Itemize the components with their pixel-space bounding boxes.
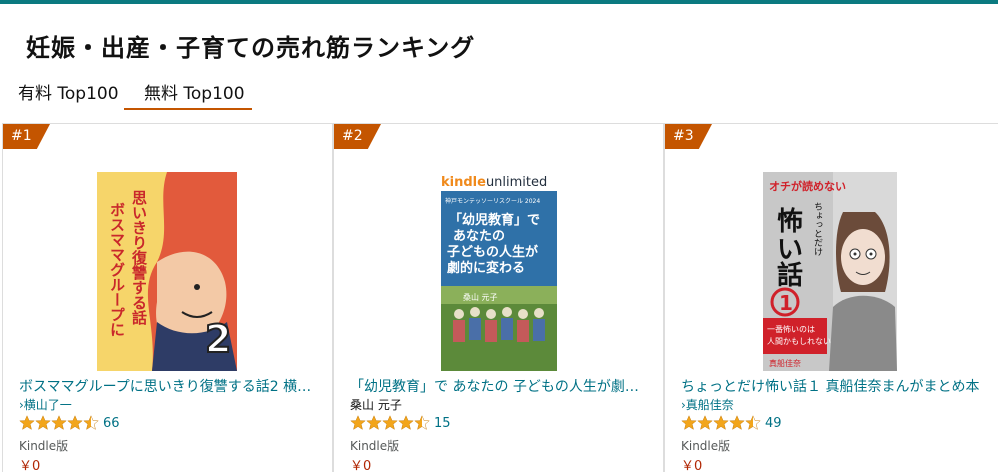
review-count[interactable]: 49: [765, 416, 782, 431]
star-half-icon: [745, 415, 761, 430]
book-cover-image[interactable]: オチが読めない ちょっとだけ 怖 い 話 1 一番怖いのは 人間かもしれない 真…: [763, 172, 897, 371]
review-count[interactable]: 15: [434, 416, 451, 431]
stars-icon-group: [19, 415, 99, 431]
kindle-unlimited-logo: kindleunlimited: [441, 175, 547, 190]
star-icon: [35, 415, 51, 430]
svg-text:子どもの人生が: 子どもの人生が: [447, 244, 538, 260]
ranking-tabs: 有料 Top100 無料 Top100: [16, 76, 252, 110]
star-rating[interactable]: 49: [681, 415, 782, 431]
svg-text:ちょっとだけ: ちょっとだけ: [812, 202, 823, 256]
cover-volume-number: 2: [205, 317, 231, 361]
cover-school: 神戸モンテッソーリスクール 2024: [445, 197, 540, 205]
star-icon: [366, 415, 382, 430]
star-icon: [713, 415, 729, 430]
price: ￥0: [681, 459, 703, 472]
stars-icon-group: [350, 415, 430, 431]
cover-title-line1: ボスママグループに: [108, 202, 126, 337]
rank-badge: #3: [665, 124, 712, 149]
tab-paid-top100[interactable]: 有料 Top100: [16, 76, 124, 110]
author-name: 桑山 元子: [350, 398, 402, 412]
format-label: Kindle版: [350, 439, 400, 453]
top-accent-bar: [0, 0, 998, 4]
svg-text:劇的に変わる: 劇的に変わる: [447, 260, 525, 276]
svg-text:怖: 怖: [777, 206, 803, 237]
star-icon: [729, 415, 745, 430]
star-icon: [697, 415, 713, 430]
star-icon: [51, 415, 67, 430]
svg-text:「幼児教育」で: 「幼児教育」で: [449, 212, 540, 228]
svg-text:あなたの: あなたの: [453, 229, 505, 244]
svg-text:オチが読めない: オチが読めない: [769, 179, 846, 193]
page-title: 妊娠・出産・子育ての売れ筋ランキング: [26, 34, 476, 62]
author-link[interactable]: ›真船佳奈: [681, 396, 734, 413]
review-count[interactable]: 66: [103, 416, 120, 431]
ranking-card: #1 ボスママグループに 思いきり復讐する話 2 ボスママグループに思いきり復讐…: [2, 124, 333, 472]
svg-text:話: 話: [777, 260, 803, 291]
ranking-grid: #1 ボスママグループに 思いきり復讐する話 2 ボスママグループに思いきり復讐…: [2, 123, 998, 472]
star-icon: [681, 415, 697, 430]
price: ￥0: [19, 459, 41, 472]
book-cover-image[interactable]: ボスママグループに 思いきり復讐する話 2: [97, 172, 237, 371]
cover-title-line2: 思いきり復讐する話: [130, 190, 148, 326]
format-label: Kindle版: [19, 439, 69, 453]
rank-badge: #2: [334, 124, 381, 149]
svg-text:桑山 元子: 桑山 元子: [463, 292, 498, 302]
stars-icon-group: [681, 415, 761, 431]
book-cover-image[interactable]: kindleunlimited 神戸モンテッソーリスクール 2024 「幼児教育…: [441, 172, 557, 371]
star-icon: [350, 415, 366, 430]
book-title-link[interactable]: 「幼児教育」で あなたの 子どもの人生が劇…: [350, 376, 650, 396]
ranking-card: #2 kindleunlimited 神戸モンテッソーリスクール 2024 「幼…: [333, 124, 664, 472]
rank-badge: #1: [3, 124, 50, 149]
book-title-link[interactable]: ちょっとだけ怖い話１ 真船佳奈まんがまとめ本: [681, 376, 993, 396]
price: ￥0: [350, 459, 372, 472]
format-label: Kindle版: [681, 439, 731, 453]
star-rating[interactable]: 15: [350, 415, 451, 431]
star-half-icon: [414, 415, 430, 430]
svg-text:一番怖いのは: 一番怖いのは: [767, 324, 815, 334]
ranking-card: #3 オチが読めない ちょっとだけ 怖 い 話 1 一番怖いのは 人間かもしれな…: [664, 124, 998, 472]
star-icon: [398, 415, 414, 430]
star-icon: [67, 415, 83, 430]
star-half-icon: [83, 415, 99, 430]
tab-free-top100[interactable]: 無料 Top100: [124, 76, 252, 110]
svg-text:人間かもしれない: 人間かもしれない: [767, 337, 831, 346]
svg-text:1: 1: [779, 291, 793, 315]
svg-text:真船佳奈: 真船佳奈: [769, 358, 801, 368]
star-icon: [382, 415, 398, 430]
star-rating[interactable]: 66: [19, 415, 120, 431]
book-title-link[interactable]: ボスママグループに思いきり復讐する話2 横…: [19, 376, 319, 396]
author-link[interactable]: ›横山了一: [19, 396, 72, 413]
star-icon: [19, 415, 35, 430]
